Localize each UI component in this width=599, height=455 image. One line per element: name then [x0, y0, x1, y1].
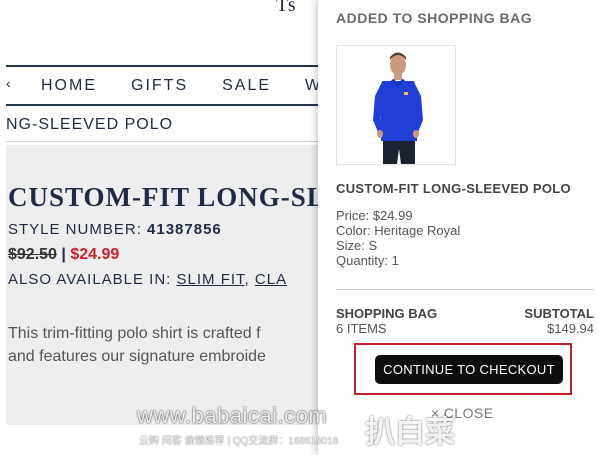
close-icon: × [431, 405, 440, 421]
style-number-value: 41387856 [147, 221, 222, 238]
bag-item-price: Price: $24.99 [336, 208, 413, 223]
bag-item-name[interactable]: CUSTOM-FIT LONG-SLEEVED POLO [336, 181, 571, 196]
description-line: This trim-fitting polo shirt is crafted … [8, 325, 261, 342]
breadcrumb[interactable]: NG-SLEEVED POLO [6, 116, 173, 134]
product-description: This trim-fitting polo shirt is crafted … [8, 322, 338, 368]
price-line: $92.50 | $24.99 [8, 246, 119, 264]
panel-title: ADDED TO SHOPPING BAG [336, 10, 533, 26]
subtotal-label: SUBTOTAL [524, 306, 594, 321]
close-link[interactable]: × CLOSE [431, 405, 494, 421]
subtotal-value: $149.94 [547, 321, 594, 336]
style-number-line: STYLE NUMBER: 41387856 [8, 221, 222, 238]
panel-divider [336, 289, 594, 290]
classic-fit-link[interactable]: CLA [255, 271, 287, 288]
nav-item-home[interactable]: HOME [41, 77, 97, 95]
nav-previous-fragment[interactable]: ‹ [6, 75, 12, 91]
also-available-label: ALSO AVAILABLE IN: [8, 271, 177, 288]
style-number-label: STYLE NUMBER: [8, 221, 148, 238]
bag-item-color: Color: Heritage Royal [336, 223, 461, 238]
polo-shirt-model-image [337, 46, 455, 164]
nav-item-sale[interactable]: SALE [222, 77, 271, 95]
page: Ts ‹ HOME GIFTS SALE W NG-SLEEVED POLO C… [0, 0, 599, 455]
description-line: and features our signature embroide [8, 348, 266, 365]
original-price: $92.50 [8, 246, 57, 263]
shopping-bag-label: SHOPPING BAG [336, 306, 438, 321]
shopping-bag-count: 6 ITEMS [336, 321, 387, 336]
bag-item-quantity: Quantity: 1 [336, 253, 399, 268]
also-available-line: ALSO AVAILABLE IN: SLIM FIT, CLA [8, 271, 288, 288]
close-label: CLOSE [443, 405, 494, 421]
price-separator: | [56, 246, 71, 263]
product-thumbnail[interactable] [336, 45, 456, 165]
bag-item-size: Size: S [336, 238, 378, 253]
added-to-bag-panel: ADDED TO SHOPPING BAG CUSTOM-FIT LONG-SL… [318, 0, 599, 455]
sale-price: $24.99 [70, 246, 120, 263]
continue-to-checkout-button[interactable]: CONTINUE TO CHECKOUT [375, 355, 563, 384]
product-title: CUSTOM-FIT LONG-SL [8, 182, 326, 212]
site-logo-fragment[interactable]: Ts [276, 0, 297, 17]
nav-item-gifts[interactable]: GIFTS [131, 77, 188, 95]
slim-fit-link[interactable]: SLIM FIT [177, 271, 245, 288]
